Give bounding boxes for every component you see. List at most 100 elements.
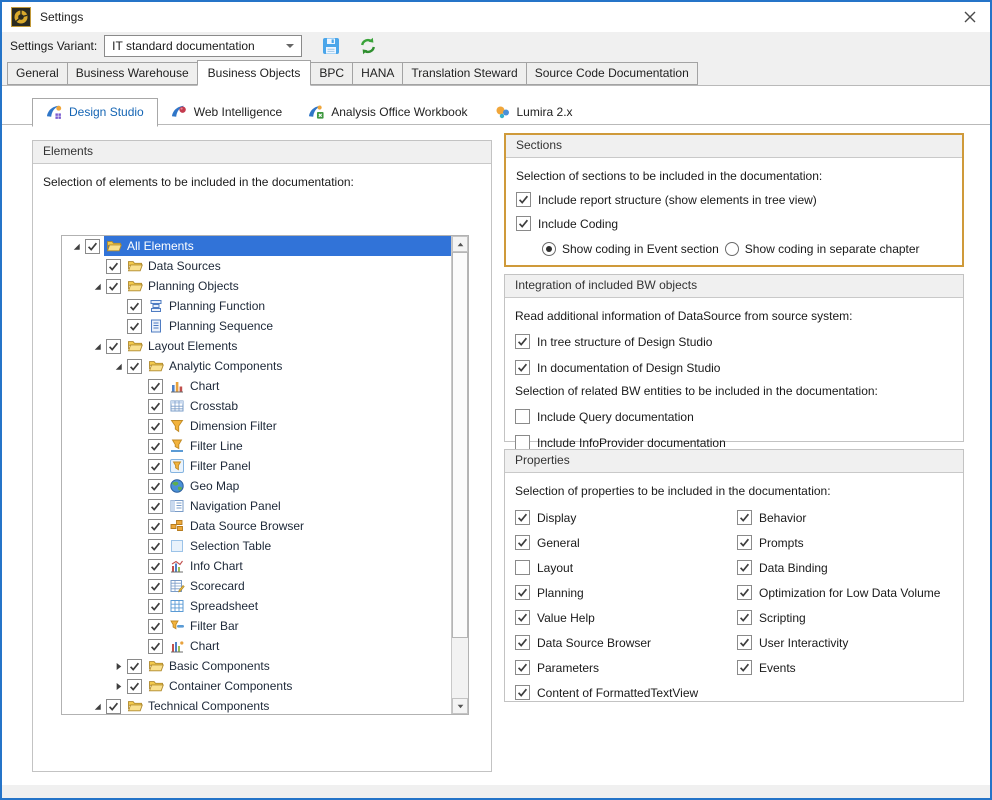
tree-item-planning-sequence[interactable]: Planning Sequence — [62, 316, 451, 336]
tree-item-filter-panel[interactable]: Filter Panel — [62, 456, 451, 476]
checkbox-in-tree-structure-of-design-studio[interactable]: In tree structure of Design Studio — [515, 334, 953, 349]
checkbox-behavior[interactable]: Behavior — [737, 510, 963, 525]
checkbox-icon[interactable] — [737, 635, 752, 650]
save-variant-button[interactable] — [322, 37, 340, 55]
scroll-down-button[interactable] — [452, 698, 468, 714]
subtab-design-studio[interactable]: Design Studio — [32, 98, 158, 127]
checkbox-optimization-for-low-data-volume[interactable]: Optimization for Low Data Volume — [737, 585, 963, 600]
tree-checkbox[interactable] — [148, 559, 163, 574]
tree-checkbox[interactable] — [148, 379, 163, 394]
checkbox-prompts[interactable]: Prompts — [737, 535, 963, 550]
tree-item-container-components[interactable]: Container Components — [62, 676, 451, 696]
tree-item-chart[interactable]: Chart — [62, 376, 451, 396]
tree-item-all-elements[interactable]: All Elements — [62, 236, 451, 256]
tree-item-planning-objects[interactable]: Planning Objects — [62, 276, 451, 296]
scroll-up-button[interactable] — [452, 236, 468, 252]
checkbox-icon[interactable] — [515, 409, 530, 424]
tree-checkbox[interactable] — [127, 299, 142, 314]
expanded-arrow-icon[interactable] — [70, 240, 83, 252]
tree-item-dimension-filter[interactable]: Dimension Filter — [62, 416, 451, 436]
checkbox-icon[interactable] — [515, 585, 530, 600]
checkbox-icon[interactable] — [515, 560, 530, 575]
checkbox-user-interactivity[interactable]: User Interactivity — [737, 635, 963, 650]
expanded-arrow-icon[interactable] — [91, 340, 104, 352]
tree-checkbox[interactable] — [127, 659, 142, 674]
checkbox-icon[interactable] — [515, 635, 530, 650]
checkbox-icon[interactable] — [515, 660, 530, 675]
tree-checkbox[interactable] — [148, 499, 163, 514]
checkbox-icon[interactable] — [737, 535, 752, 550]
tree-checkbox[interactable] — [148, 579, 163, 594]
checkbox-data-binding[interactable]: Data Binding — [737, 560, 963, 575]
tab-business-warehouse[interactable]: Business Warehouse — [67, 62, 198, 85]
radio-icon[interactable] — [725, 242, 739, 256]
tree-item-filter-bar[interactable]: Filter Bar — [62, 616, 451, 636]
tree-item-geo-map[interactable]: Geo Map — [62, 476, 451, 496]
checkbox-icon[interactable] — [515, 685, 530, 700]
close-icon[interactable] — [963, 10, 977, 24]
tree-checkbox[interactable] — [148, 439, 163, 454]
refresh-button[interactable] — [359, 37, 377, 55]
tree-checkbox[interactable] — [106, 259, 121, 274]
tree-item-selection-table[interactable]: Selection Table — [62, 536, 451, 556]
subtab-web-intelligence[interactable]: Web Intelligence — [158, 99, 296, 126]
checkbox-in-documentation-of-design-studio[interactable]: In documentation of Design Studio — [515, 360, 953, 375]
checkbox-icon[interactable] — [515, 510, 530, 525]
tree-item-scorecard[interactable]: Scorecard — [62, 576, 451, 596]
radio-icon[interactable] — [542, 242, 556, 256]
tree-checkbox[interactable] — [148, 399, 163, 414]
checkbox-icon[interactable] — [516, 216, 531, 231]
expanded-arrow-icon[interactable] — [91, 700, 104, 712]
tab-translation-steward[interactable]: Translation Steward — [402, 62, 526, 85]
checkbox-icon[interactable] — [515, 435, 530, 450]
subtab-analysis-office-workbook[interactable]: Analysis Office Workbook — [295, 99, 480, 126]
tree-checkbox[interactable] — [127, 359, 142, 374]
tab-business-objects[interactable]: Business Objects — [197, 60, 312, 86]
checkbox-data-source-browser[interactable]: Data Source Browser — [515, 635, 737, 650]
subtab-lumira-2-x[interactable]: Lumira 2.x — [481, 99, 586, 126]
tree-checkbox[interactable] — [106, 339, 121, 354]
checkbox-layout[interactable]: Layout — [515, 560, 737, 575]
checkbox-icon[interactable] — [737, 660, 752, 675]
tree-checkbox[interactable] — [148, 619, 163, 634]
collapsed-arrow-icon[interactable] — [112, 680, 125, 692]
settings-variant-dropdown[interactable]: IT standard documentation — [104, 35, 302, 57]
expanded-arrow-icon[interactable] — [91, 280, 104, 292]
tab-hana[interactable]: HANA — [352, 62, 403, 85]
radio-show-coding-in-event-section[interactable]: Show coding in Event section — [542, 242, 719, 256]
tree-checkbox[interactable] — [148, 539, 163, 554]
checkbox-icon[interactable] — [737, 610, 752, 625]
tree-checkbox[interactable] — [106, 279, 121, 294]
tree-checkbox[interactable] — [85, 239, 100, 254]
tree-item-data-source-browser[interactable]: Data Source Browser — [62, 516, 451, 536]
checkbox-icon[interactable] — [515, 535, 530, 550]
checkbox-icon[interactable] — [737, 585, 752, 600]
tree-checkbox[interactable] — [127, 679, 142, 694]
checkbox-include-report-structure-show-elements-in-tree-view[interactable]: Include report structure (show elements … — [516, 192, 952, 207]
checkbox-events[interactable]: Events — [737, 660, 963, 675]
tree-checkbox[interactable] — [148, 519, 163, 534]
checkbox-icon[interactable] — [516, 192, 531, 207]
tree-item-planning-function[interactable]: Planning Function — [62, 296, 451, 316]
checkbox-icon[interactable] — [737, 560, 752, 575]
tree-checkbox[interactable] — [148, 639, 163, 654]
tree-item-spreadsheet[interactable]: Spreadsheet — [62, 596, 451, 616]
tree-checkbox[interactable] — [148, 479, 163, 494]
tree-item-layout-elements[interactable]: Layout Elements — [62, 336, 451, 356]
checkbox-parameters[interactable]: Parameters — [515, 660, 737, 675]
collapsed-arrow-icon[interactable] — [112, 660, 125, 672]
tree-checkbox[interactable] — [148, 419, 163, 434]
scroll-thumb[interactable] — [452, 252, 468, 638]
tree-item-crosstab[interactable]: Crosstab — [62, 396, 451, 416]
tab-source-code-documentation[interactable]: Source Code Documentation — [526, 62, 698, 85]
tree-item-basic-components[interactable]: Basic Components — [62, 656, 451, 676]
tree-scrollbar[interactable] — [451, 236, 468, 714]
checkbox-include-infoprovider-documentation[interactable]: Include InfoProvider documentation — [515, 435, 953, 450]
checkbox-include-query-documentation[interactable]: Include Query documentation — [515, 409, 953, 424]
tree-checkbox[interactable] — [148, 599, 163, 614]
tree-item-technical-components[interactable]: Technical Components — [62, 696, 451, 714]
checkbox-icon[interactable] — [515, 610, 530, 625]
checkbox-content-of-formattedtextview[interactable]: Content of FormattedTextView — [515, 685, 737, 700]
checkbox-icon[interactable] — [515, 334, 530, 349]
tree-item-filter-line[interactable]: Filter Line — [62, 436, 451, 456]
